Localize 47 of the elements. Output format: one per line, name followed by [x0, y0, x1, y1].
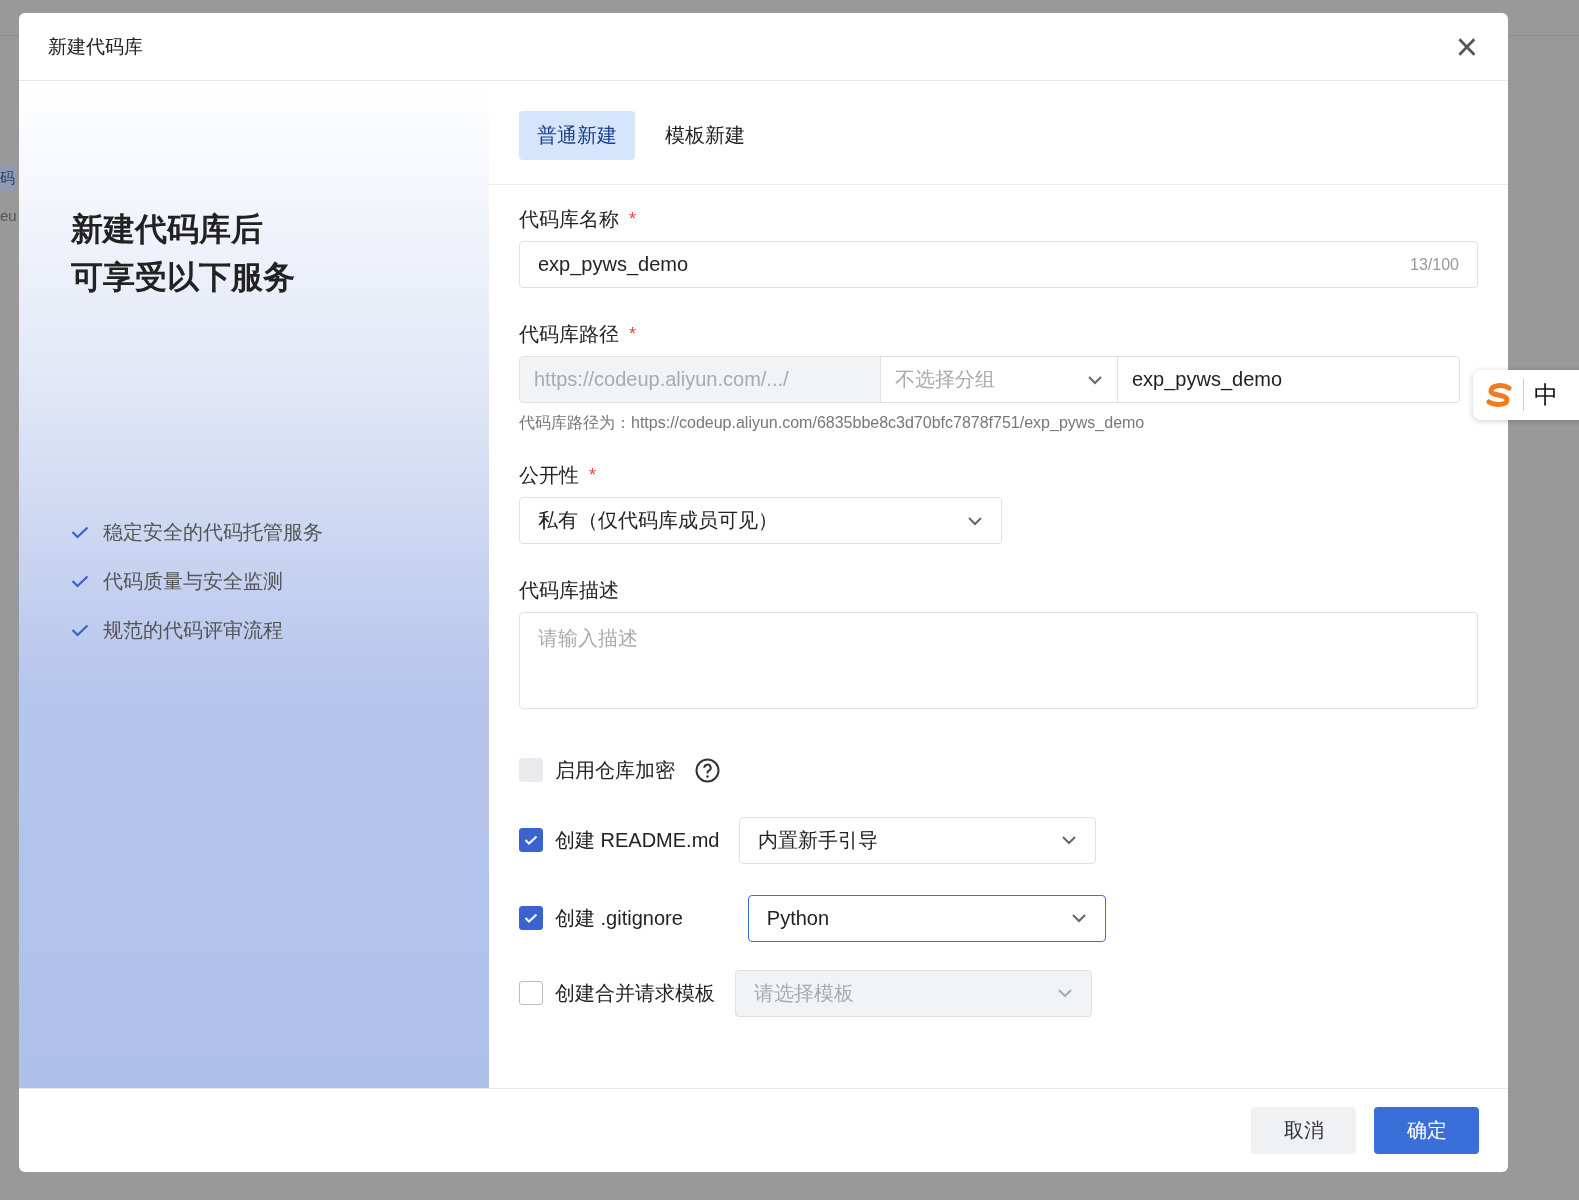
- help-icon[interactable]: [695, 757, 720, 783]
- checkbox[interactable]: [519, 906, 543, 930]
- checkbox[interactable]: [519, 828, 543, 852]
- path-hint: 代码库路径为：https://codeup.aliyun.com/6835bbe8c3d70bfc7878f751/exp_pyws_demo: [519, 413, 1146, 433]
- required-mark: *: [589, 464, 596, 487]
- character-count: 13/100: [1410, 255, 1459, 274]
- path-prefix-field: https://codeup.aliyun.com/.../: [519, 356, 881, 403]
- required-mark: *: [629, 323, 636, 346]
- field-label: 代码库路径: [519, 322, 619, 347]
- ime-logo-icon[interactable]: [1485, 383, 1513, 407]
- tab[interactable]: 普通新建: [519, 111, 635, 160]
- option-label: 创建合并请求模板: [555, 980, 715, 1006]
- feature-text: 规范的代码评审流程: [103, 618, 283, 643]
- check-icon: [71, 623, 89, 637]
- chevron-down-icon: [1070, 913, 1087, 923]
- required-mark: *: [629, 208, 636, 231]
- field-label: 代码库描述: [519, 578, 619, 603]
- name-input[interactable]: exp_pyws_demo 13/100: [519, 241, 1478, 288]
- ime-mode-text[interactable]: 中: [1523, 379, 1558, 411]
- feature-text: 稳定安全的代码托管服务: [103, 520, 323, 545]
- option-label: 创建 README.md: [555, 827, 720, 853]
- chevron-down-icon: [967, 515, 983, 526]
- checkbox[interactable]: [519, 981, 543, 1005]
- dialog-title: 新建代码库: [48, 34, 143, 59]
- path-input[interactable]: exp_pyws_demo: [1117, 356, 1460, 403]
- intro-heading: 新建代码库后: [71, 210, 264, 249]
- chevron-down-icon: [1057, 988, 1073, 998]
- tab[interactable]: 模板新建: [647, 111, 763, 160]
- check-icon: [71, 525, 89, 539]
- field-label: 公开性: [519, 463, 579, 488]
- chevron-down-icon: [1061, 835, 1078, 845]
- chevron-down-icon: [1087, 374, 1103, 385]
- option-label: 创建 .gitignore: [555, 905, 683, 931]
- template-select[interactable]: 内置新手引导: [739, 816, 1097, 864]
- option-label: 启用仓库加密: [555, 757, 675, 783]
- checkmark-icon: [524, 913, 538, 923]
- template-select[interactable]: Python: [747, 894, 1106, 942]
- close-button[interactable]: ×: [1455, 30, 1478, 63]
- field-label: 代码库名称: [519, 207, 619, 232]
- cancel-button[interactable]: 取消: [1251, 1107, 1356, 1154]
- check-icon: [71, 574, 89, 588]
- confirm-button[interactable]: 确定: [1374, 1107, 1479, 1154]
- visibility-select[interactable]: 私有（仅代码库成员可见）: [519, 497, 1002, 544]
- intro-heading: 可享受以下服务: [71, 258, 296, 297]
- input-value: exp_pyws_demo: [538, 253, 689, 276]
- feature-text: 代码质量与安全监测: [103, 569, 283, 594]
- checkmark-icon: [524, 835, 538, 845]
